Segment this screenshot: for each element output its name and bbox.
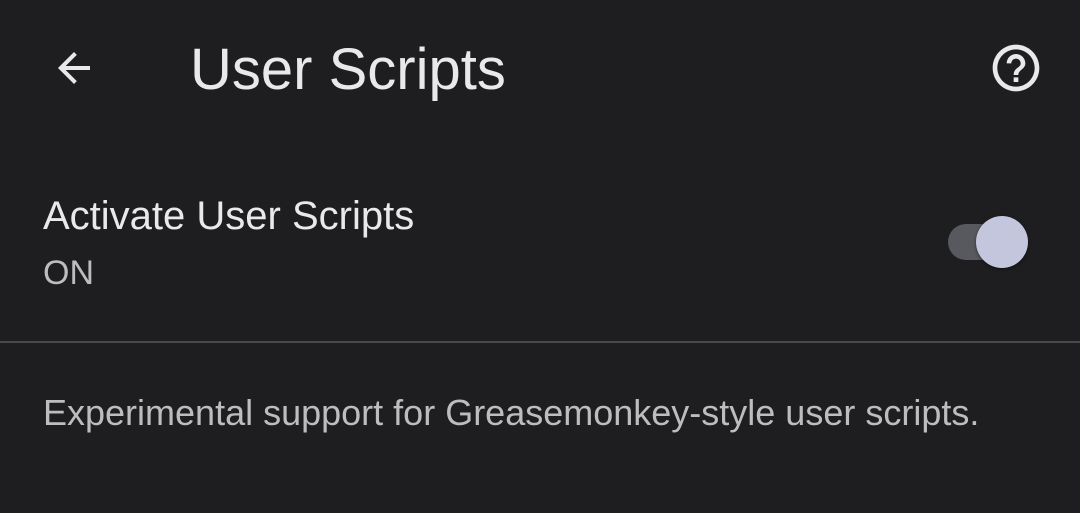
help-circle-icon bbox=[992, 44, 1040, 92]
page-title: User Scripts bbox=[190, 37, 506, 102]
user-scripts-screen: User Scripts Activate User Scripts ON Ex… bbox=[0, 0, 1080, 513]
activate-user-scripts-setting[interactable]: Activate User Scripts ON bbox=[0, 176, 1080, 316]
setting-title: Activate User Scripts bbox=[43, 194, 415, 238]
footer-description: Experimental support for Greasemonkey-st… bbox=[43, 392, 980, 433]
toggle-thumb bbox=[976, 216, 1028, 268]
activate-user-scripts-toggle[interactable] bbox=[946, 214, 1030, 270]
app-bar: User Scripts bbox=[0, 0, 1080, 140]
arrow-back-icon bbox=[58, 52, 90, 84]
back-button[interactable] bbox=[36, 30, 112, 106]
setting-summary: ON bbox=[43, 254, 94, 292]
help-button[interactable] bbox=[978, 30, 1054, 106]
divider bbox=[0, 341, 1080, 343]
